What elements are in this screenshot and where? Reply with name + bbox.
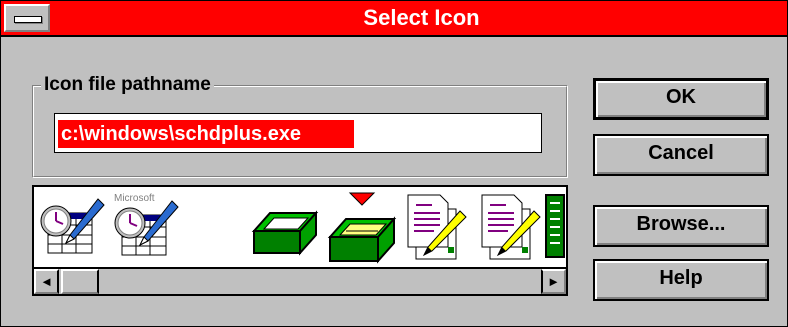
system-menu-button[interactable] [4, 4, 50, 32]
icon-caption: Microsoft [114, 193, 155, 204]
system-menu-icon [14, 16, 42, 23]
green-tray-icon[interactable] [250, 191, 320, 261]
icon-list[interactable]: Microsoft ◄ ► [32, 185, 568, 296]
icon-strip: Microsoft [34, 187, 566, 267]
help-button[interactable]: Help [593, 259, 769, 301]
scroll-right-arrow-icon[interactable]: ► [541, 269, 566, 294]
scroll-left-arrow-icon[interactable]: ◄ [34, 269, 59, 294]
select-icon-dialog: Select Icon Icon file pathname c:\window… [0, 0, 788, 327]
document-pen-icon[interactable] [400, 191, 468, 263]
schedule-plus-icon[interactable] [38, 191, 106, 259]
microsoft-schedule-plus-icon[interactable]: Microsoft [110, 191, 182, 261]
pathname-input[interactable] [58, 120, 354, 148]
ok-button[interactable]: OK [593, 78, 769, 120]
browse-button[interactable]: Browse... [593, 205, 769, 247]
green-tray-arrow-icon[interactable] [326, 191, 398, 267]
title-bar[interactable]: Select Icon [1, 1, 787, 37]
document-pen-icon-2[interactable] [474, 191, 542, 263]
path-group-label: Icon file pathname [41, 73, 214, 97]
horizontal-scrollbar[interactable]: ◄ ► [34, 267, 566, 294]
dialog-title: Select Icon [363, 5, 480, 30]
scroll-thumb[interactable] [61, 269, 99, 294]
pathname-field-frame[interactable] [54, 113, 542, 153]
green-book-icon[interactable] [544, 191, 566, 261]
cancel-button[interactable]: Cancel [593, 134, 769, 176]
